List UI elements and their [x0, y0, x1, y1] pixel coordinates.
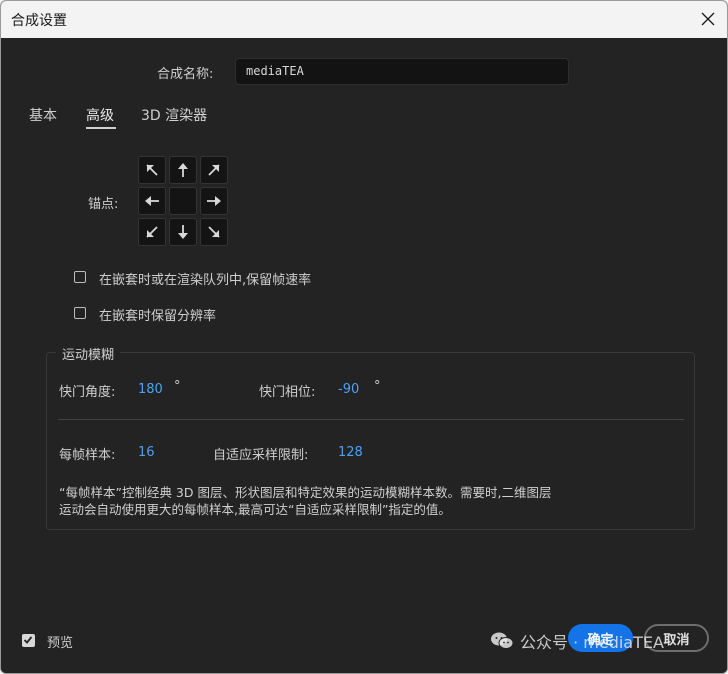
preserve-frame-rate-label: 在嵌套时或在渲染队列中,保留帧速率 — [99, 273, 312, 288]
anchor-bottom-right-button[interactable] — [200, 218, 228, 246]
arrow-right-icon — [207, 196, 221, 206]
preserve-resolution-checkbox[interactable] — [74, 307, 86, 319]
composition-settings-dialog: 合成设置 合成名称: mediaTEA 基本 高级 3D 渲染器 锚点: 在嵌套… — [0, 0, 728, 674]
watermark-text: 公众号 · mediaTEA — [520, 633, 664, 652]
samples-per-frame-value[interactable]: 16 — [138, 445, 155, 460]
adaptive-sample-limit-value[interactable]: 128 — [338, 445, 363, 460]
arrow-up-left-icon — [146, 164, 158, 176]
motion-blur-description-line1: “每帧样本”控制经典 3D 图层、形状图层和特定效果的运动模糊样本数。需要时,二… — [59, 485, 552, 500]
arrow-down-icon — [178, 225, 188, 239]
shutter-angle-label: 快门角度: — [59, 385, 116, 400]
tab-basic[interactable]: 基本 — [29, 105, 57, 125]
anchor-label: 锚点: — [88, 197, 119, 212]
anchor-bottom-left-button[interactable] — [138, 218, 166, 246]
arrow-down-right-icon — [208, 226, 220, 238]
composition-name-input[interactable]: mediaTEA — [235, 58, 569, 85]
anchor-top-right-button[interactable] — [200, 156, 228, 184]
arrow-up-right-icon — [208, 164, 220, 176]
anchor-left-button[interactable] — [138, 187, 166, 215]
shutter-angle-value[interactable]: 180 — [138, 382, 163, 397]
shutter-phase-unit: ° — [374, 379, 381, 394]
adaptive-sample-limit-label: 自适应采样限制: — [213, 448, 309, 463]
arrow-up-icon — [178, 163, 188, 177]
watermark: 公众号 · mediaTEA — [490, 629, 664, 653]
preview-label: 预览 — [47, 636, 74, 651]
shutter-phase-label: 快门相位: — [259, 385, 316, 400]
close-icon — [701, 12, 715, 26]
checkmark-icon — [23, 636, 33, 644]
anchor-top-button[interactable] — [169, 156, 197, 184]
dialog-content: 合成名称: mediaTEA 基本 高级 3D 渲染器 锚点: 在嵌套时或在渲染… — [1, 38, 727, 673]
anchor-right-button[interactable] — [200, 187, 228, 215]
close-button[interactable] — [693, 5, 723, 33]
anchor-center-button[interactable] — [169, 187, 197, 215]
samples-per-frame-label: 每帧样本: — [59, 448, 116, 463]
active-tab-indicator — [86, 127, 116, 129]
preserve-frame-rate-checkbox[interactable] — [74, 271, 86, 283]
motion-blur-divider — [58, 419, 684, 420]
motion-blur-description-line2: 运动会自动使用更大的每帧样本,最高可达“自适应采样限制”指定的值。 — [59, 502, 451, 517]
tab-advanced[interactable]: 高级 — [86, 105, 114, 125]
wechat-icon — [491, 632, 514, 649]
preserve-resolution-label: 在嵌套时保留分辨率 — [99, 309, 217, 324]
composition-name-label: 合成名称: — [157, 67, 214, 82]
shutter-angle-unit: ° — [174, 379, 181, 394]
title-bar: 合成设置 — [1, 1, 727, 38]
anchor-top-left-button[interactable] — [138, 156, 166, 184]
window-title: 合成设置 — [11, 13, 67, 29]
shutter-phase-value[interactable]: -90 — [338, 382, 359, 397]
tab-3d-renderer[interactable]: 3D 渲染器 — [141, 105, 207, 125]
arrow-down-left-icon — [146, 226, 158, 238]
preview-checkbox[interactable] — [22, 634, 35, 647]
anchor-bottom-button[interactable] — [169, 218, 197, 246]
arrow-left-icon — [145, 196, 159, 206]
motion-blur-legend: 运动模糊 — [56, 344, 121, 363]
